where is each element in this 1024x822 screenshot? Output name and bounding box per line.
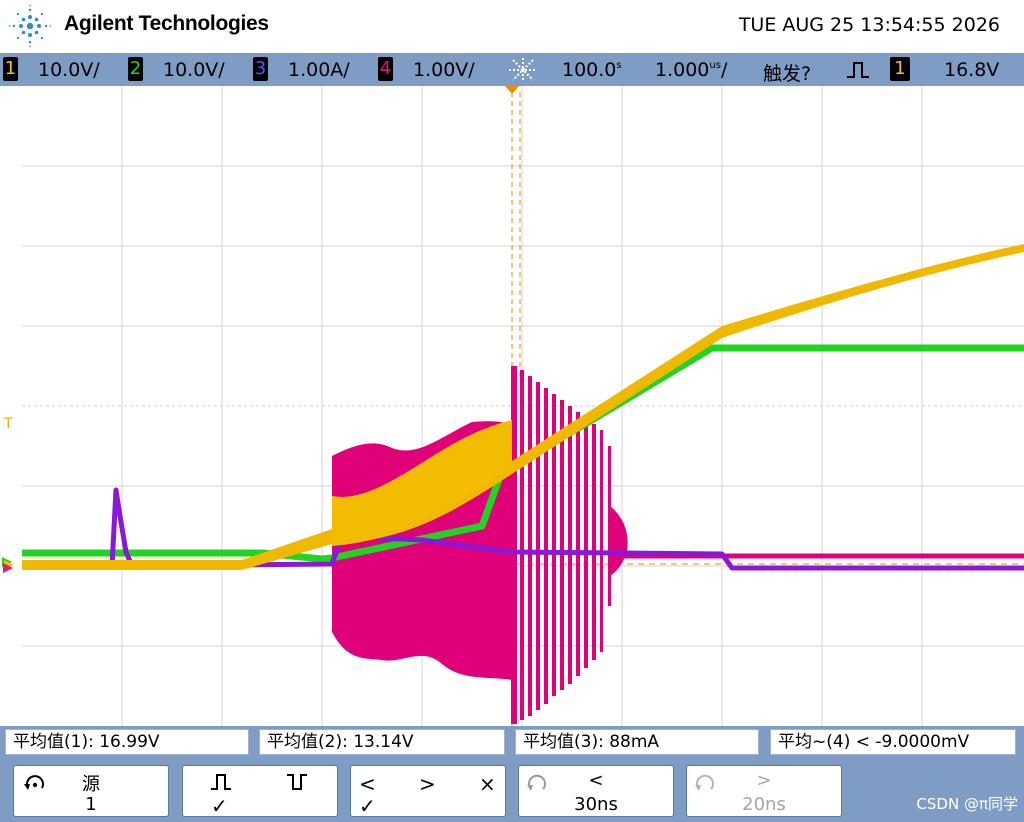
measurement-1[interactable]: 平均值(1): 16.99V xyxy=(5,729,249,755)
timebase-unit-superscript: s xyxy=(616,60,622,71)
header: Agilent Technologies TUE AUG 25 13:54:55… xyxy=(0,0,1024,52)
trigger-level[interactable]: 16.8V xyxy=(944,59,999,81)
source-softkey-value: 1 xyxy=(85,794,97,815)
channel-4-ringing xyxy=(511,366,628,724)
softkey-bar: 源 1 ✓ < > × ✓ < 30ns > 20ns CSDN @π同学 xyxy=(0,758,1024,822)
step-back-value: 30ns xyxy=(574,794,618,815)
waveform-svg xyxy=(22,86,1024,726)
channel-4-badge[interactable]: 4 xyxy=(378,57,393,81)
step-forward-softkey[interactable]: > 20ns xyxy=(686,765,842,817)
cursor-right-icon: > xyxy=(419,772,436,796)
measurement-bar: 平均值(1): 16.99V 平均值(2): 13.14V 平均值(3): 88… xyxy=(0,726,1024,758)
step-back-softkey[interactable]: < 30ns xyxy=(518,765,674,817)
timebase-value[interactable]: 100.0s xyxy=(562,59,622,81)
step-forward-arrow: > xyxy=(756,770,772,791)
brand-name: Agilent Technologies xyxy=(64,12,269,35)
horizontal-timebase-icon[interactable] xyxy=(505,56,541,84)
status-bar: 1 10.0V/ 2 10.0V/ 3 1.00A/ 4 1.00V/ 100.… xyxy=(0,53,1024,86)
rising-edge-icon xyxy=(211,774,231,790)
source-softkey-label: 源 xyxy=(82,774,100,795)
channel-3-scale[interactable]: 1.00A/ xyxy=(288,59,350,81)
cursor-left-icon: < xyxy=(359,772,376,796)
trigger-source-badge[interactable]: 1 xyxy=(890,57,910,81)
cursor-softkey[interactable]: < > × ✓ xyxy=(350,765,506,818)
cursor-check-icon: ✓ xyxy=(359,794,376,818)
measurement-2[interactable]: 平均值(2): 13.14V xyxy=(259,729,505,755)
channel-2-badge[interactable]: 2 xyxy=(128,57,143,81)
falling-edge-icon xyxy=(287,774,307,790)
watermark: CSDN @π同学 xyxy=(916,795,1018,813)
left-marker-strip: T xyxy=(0,86,22,726)
channel-2-scale[interactable]: 10.0V/ xyxy=(163,59,225,81)
step-forward-value: 20ns xyxy=(742,794,786,815)
delay-number: 1.000 xyxy=(655,59,710,81)
channel-1-scale[interactable]: 10.0V/ xyxy=(38,59,100,81)
slope-selected-check-icon: ✓ xyxy=(211,794,228,818)
delay-unit: us xyxy=(709,60,721,71)
step-back-arrow: < xyxy=(588,770,604,791)
trigger-status: 触发? xyxy=(763,63,812,85)
measurement-3[interactable]: 平均值(3): 88mA xyxy=(515,729,759,755)
slope-softkey[interactable]: ✓ xyxy=(182,765,338,818)
waveform-display[interactable] xyxy=(22,86,1024,726)
delay-slash: / xyxy=(720,59,728,81)
date-time: TUE AUG 25 13:54:55 2026 xyxy=(738,14,1000,36)
delay-value[interactable]: 1.000us/ xyxy=(655,59,727,81)
trigger-level-marker[interactable]: T xyxy=(4,416,13,432)
channel-ground-markers-icon[interactable] xyxy=(0,554,20,576)
channel-4-scale[interactable]: 1.00V/ xyxy=(413,59,475,81)
timebase-number: 100.0 xyxy=(562,59,617,81)
channel-3-badge[interactable]: 3 xyxy=(253,57,268,81)
cursor-cross-icon: × xyxy=(479,772,496,796)
rising-edge-trigger-icon[interactable] xyxy=(845,60,871,80)
measurement-4[interactable]: 平均~(4) < -9.0000mV xyxy=(770,729,1016,755)
channel-1-badge[interactable]: 1 xyxy=(3,57,18,81)
agilent-spark-logo-icon xyxy=(8,4,52,48)
source-softkey[interactable]: 源 1 xyxy=(13,765,169,817)
